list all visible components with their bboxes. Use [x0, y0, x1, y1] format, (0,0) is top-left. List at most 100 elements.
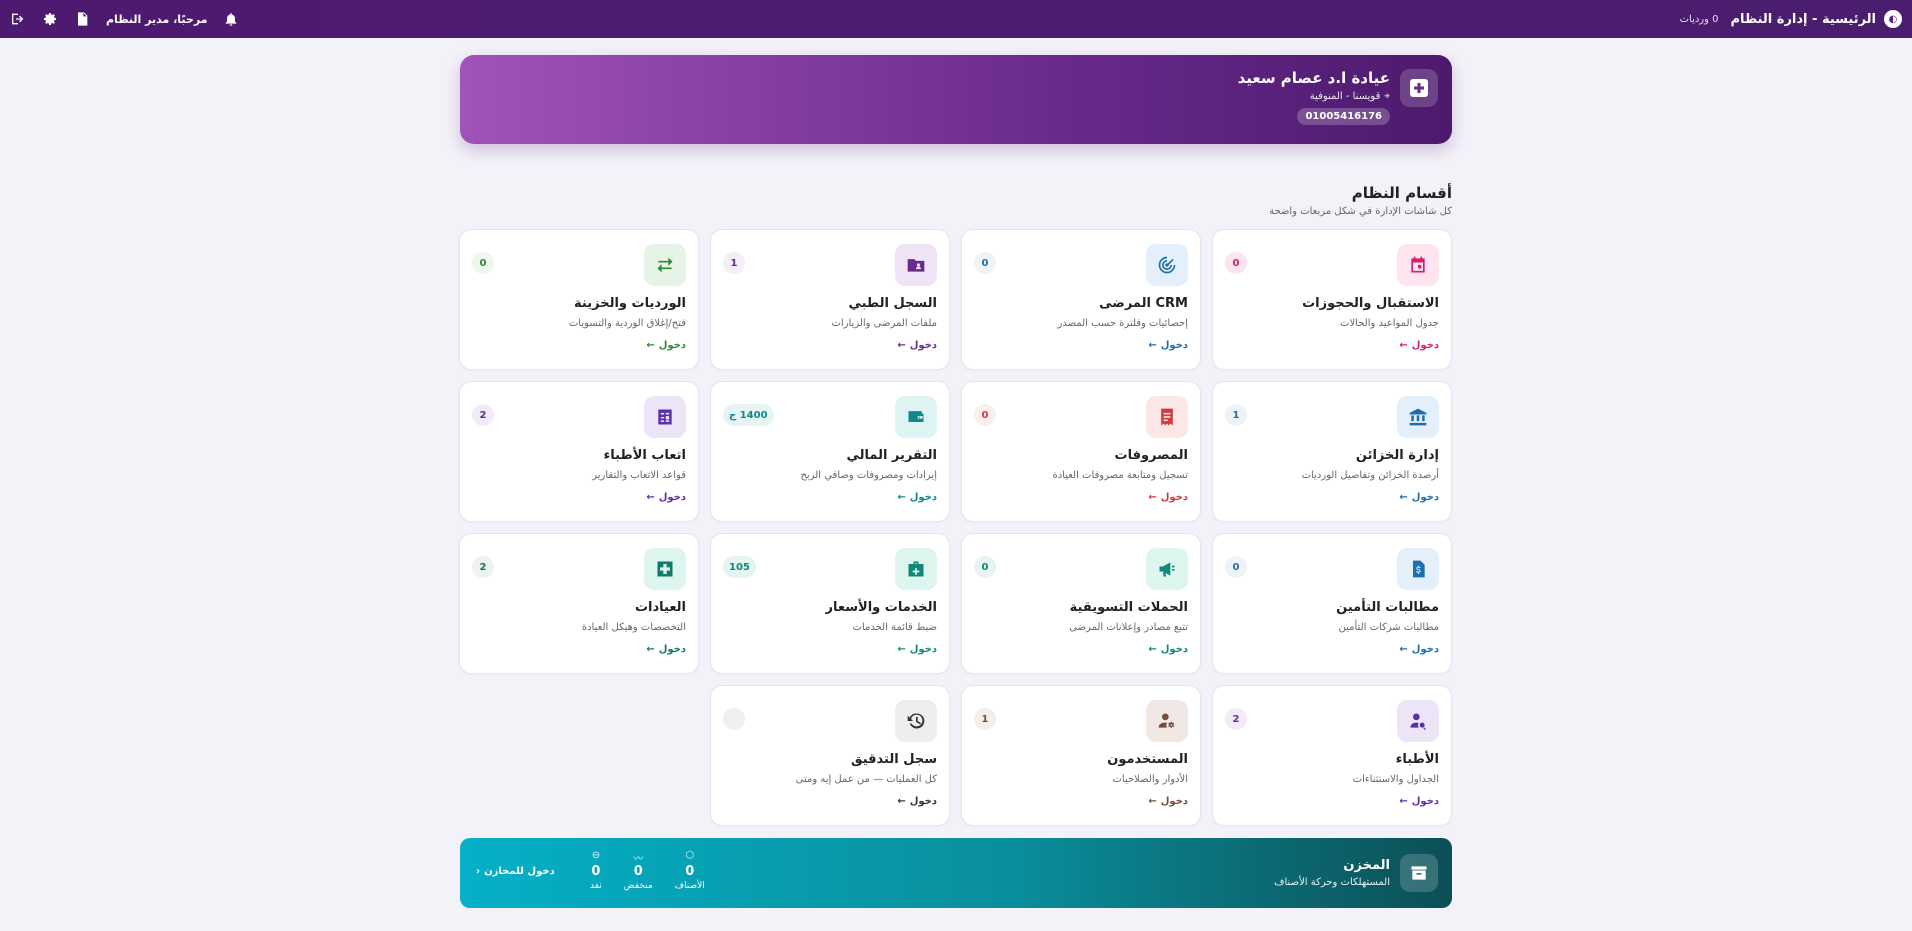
- card-description: الأدوار والصلاحيات: [1112, 774, 1188, 785]
- document-icon[interactable]: [74, 11, 90, 27]
- card-title: مطالبات التأمين: [1336, 600, 1439, 615]
- card-title: المستخدمون: [1107, 752, 1188, 767]
- card-enter-link[interactable]: دخول ←: [646, 492, 686, 503]
- card-shifts[interactable]: 0 الورديات والخزينة فتح/إغلاق الوردية والت…: [459, 229, 699, 370]
- card-description: قواعد الاتعاب والتقارير: [592, 470, 686, 481]
- card-enter-link[interactable]: دخول ←: [897, 796, 937, 807]
- card-description: ضبط قائمة الخدمات: [852, 622, 937, 633]
- arrow-left-icon: ←: [1399, 796, 1408, 807]
- card-title: التقرير المالي: [846, 448, 937, 463]
- store-stat-low-value: 0: [633, 864, 643, 879]
- arrow-left-icon: ←: [1399, 340, 1408, 351]
- store-banner[interactable]: المخزن المستهلكات وحركة الأصناف ⬡ 0 الأص…: [460, 838, 1452, 908]
- card-enter-link[interactable]: دخول ←: [897, 644, 937, 655]
- card-title: الحملات التسويقية: [1069, 600, 1188, 615]
- section-subtitle: كل شاشات الإدارة في شكل مربعات واضحة: [1269, 206, 1452, 217]
- arrow-left-icon: ←: [1148, 796, 1157, 807]
- card-enter-link[interactable]: دخول ←: [897, 492, 937, 503]
- top-bar-actions: مرحبًا، مدير النظام: [10, 11, 239, 27]
- card-badge: 1: [974, 708, 996, 730]
- arrow-left-icon: ←: [897, 644, 906, 655]
- card-enter-link-label: دخول: [1160, 492, 1188, 503]
- card-enter-link-label: دخول: [1411, 492, 1439, 503]
- card-badge: 0: [974, 404, 996, 426]
- card-clinics[interactable]: 2 العيادات التخصصات وهيكل العيادة دخول ←: [459, 533, 699, 674]
- shifts-count: 0 ورديات: [1679, 13, 1719, 25]
- card-description: أرصدة الخزائن وتفاصيل الورديات: [1301, 470, 1439, 481]
- card-description: الجداول والاستثناءات: [1352, 774, 1439, 785]
- store-enter-link[interactable]: دخول للمخازن ‹: [476, 866, 555, 877]
- store-stat-out: ⊖ 0 نفد: [590, 850, 602, 891]
- card-crm[interactable]: 0 CRM المرضى إحصائيات وفلترة حسب المصدر دخو…: [961, 229, 1201, 370]
- card-title: إدارة الخزائن: [1355, 448, 1439, 463]
- hospital-cross-icon: [644, 548, 686, 590]
- store-stat-items: ⬡ 0 الأصناف: [675, 850, 705, 891]
- card-badge: 0: [974, 556, 996, 578]
- arrow-left-icon: ←: [1399, 644, 1408, 655]
- card-badge: 0: [1225, 252, 1247, 274]
- doctor-search-icon: [1397, 700, 1439, 742]
- card-insurance[interactable]: 0 مطالبات التأمين مطالبات شركات التأمين دخو…: [1212, 533, 1452, 674]
- card-campaigns[interactable]: 0 الحملات التسويقية تتبع مصادر وإعلانات ال…: [961, 533, 1201, 674]
- medkit-icon: [895, 548, 937, 590]
- card-badge: 0: [472, 252, 494, 274]
- card-enter-link[interactable]: دخول ←: [1399, 340, 1439, 351]
- card-enter-link[interactable]: دخول ←: [646, 340, 686, 351]
- card-badge: 1: [1225, 404, 1247, 426]
- card-enter-link-label: دخول: [658, 492, 686, 503]
- arrow-left-icon: ←: [646, 340, 655, 351]
- arrow-left-icon: ←: [646, 644, 655, 655]
- card-enter-link-label: دخول: [658, 340, 686, 351]
- card-services[interactable]: 105 الخدمات والأسعار ضبط قائمة الخدمات دخول…: [710, 533, 950, 674]
- card-enter-link-label: دخول: [909, 644, 937, 655]
- card-badge: 2: [1225, 708, 1247, 730]
- card-records[interactable]: 1 السجل الطبي ملفات المرضى والزيارات دخول ←: [710, 229, 950, 370]
- card-enter-link[interactable]: دخول ←: [1399, 644, 1439, 655]
- minus-circle-icon: ⊖: [591, 850, 601, 861]
- card-title: سجل التدقيق: [851, 752, 937, 767]
- card-badge: 2: [472, 404, 494, 426]
- clinic-phone: 01005416176: [1297, 108, 1390, 125]
- store-subtitle: المستهلكات وحركة الأصناف: [1274, 877, 1390, 888]
- card-treasury[interactable]: 1 إدارة الخزائن أرصدة الخزائن وتفاصيل الور…: [1212, 381, 1452, 522]
- card-enter-link-label: دخول: [1411, 796, 1439, 807]
- card-badge: 2: [472, 556, 494, 578]
- card-title: CRM المرضى: [1099, 296, 1188, 311]
- archive-box-icon: [1400, 854, 1438, 892]
- clinic-info: عيادة ا.د عصام سعيد ⌖ قويسنا - المنوفية …: [1238, 69, 1390, 125]
- card-enter-link[interactable]: دخول ←: [1399, 796, 1439, 807]
- card-title: اتعاب الأطباء: [603, 448, 686, 463]
- card-doctor_fees[interactable]: 2 اتعاب الأطباء قواعد الاتعاب والتقارير دخو…: [459, 381, 699, 522]
- card-enter-link[interactable]: دخول ←: [1148, 492, 1188, 503]
- card-financial[interactable]: 1400 ج التقرير المالي إيرادات ومصروفات وصا…: [710, 381, 950, 522]
- card-enter-link[interactable]: دخول ←: [1148, 340, 1188, 351]
- card-doctors[interactable]: 2 الأطباء الجداول والاستثناءات دخول ←: [1212, 685, 1452, 826]
- card-expenses[interactable]: 0 المصروفات تسجيل ومتابعة مصروفات العيادة د…: [961, 381, 1201, 522]
- store-stats: ⬡ 0 الأصناف 〰 0 منخفض ⊖ 0 نفد: [590, 850, 705, 891]
- card-audit[interactable]: سجل التدقيق كل العمليات — من عمل إيه ومتى…: [710, 685, 950, 826]
- card-description: جدول المواعيد والحالات: [1340, 318, 1439, 329]
- top-bar: ◐ الرئيسية - إدارة النظام 0 ورديات مرحبً…: [0, 0, 1912, 38]
- store-enter-link-label: دخول للمخازن: [484, 866, 555, 877]
- card-description: التخصصات وهيكل العيادة: [581, 622, 686, 633]
- card-enter-link[interactable]: دخول ←: [1148, 796, 1188, 807]
- card-reception[interactable]: 0 الاستقبال والحجوزات جدول المواعيد والحال…: [1212, 229, 1452, 370]
- arrow-left-icon: ←: [1148, 492, 1157, 503]
- card-description: تتبع مصادر وإعلانات المرضى: [1069, 622, 1188, 633]
- card-enter-link[interactable]: دخول ←: [1399, 492, 1439, 503]
- arrow-left-icon: ←: [897, 796, 906, 807]
- card-title: الاستقبال والحجوزات: [1302, 296, 1439, 311]
- logout-icon[interactable]: [10, 11, 26, 27]
- card-enter-link-label: دخول: [1411, 340, 1439, 351]
- store-stat-low-label: منخفض: [623, 881, 653, 891]
- card-enter-link[interactable]: دخول ←: [1148, 644, 1188, 655]
- card-enter-link[interactable]: دخول ←: [646, 644, 686, 655]
- bell-icon[interactable]: [223, 11, 239, 27]
- history-icon: [895, 700, 937, 742]
- card-users[interactable]: 1 المستخدمون الأدوار والصلاحيات دخول ←: [961, 685, 1201, 826]
- location-pin-icon: ⌖: [1384, 91, 1390, 102]
- gear-icon[interactable]: [42, 11, 58, 27]
- card-enter-link-label: دخول: [1411, 644, 1439, 655]
- card-enter-link[interactable]: دخول ←: [897, 340, 937, 351]
- card-badge: [723, 708, 745, 730]
